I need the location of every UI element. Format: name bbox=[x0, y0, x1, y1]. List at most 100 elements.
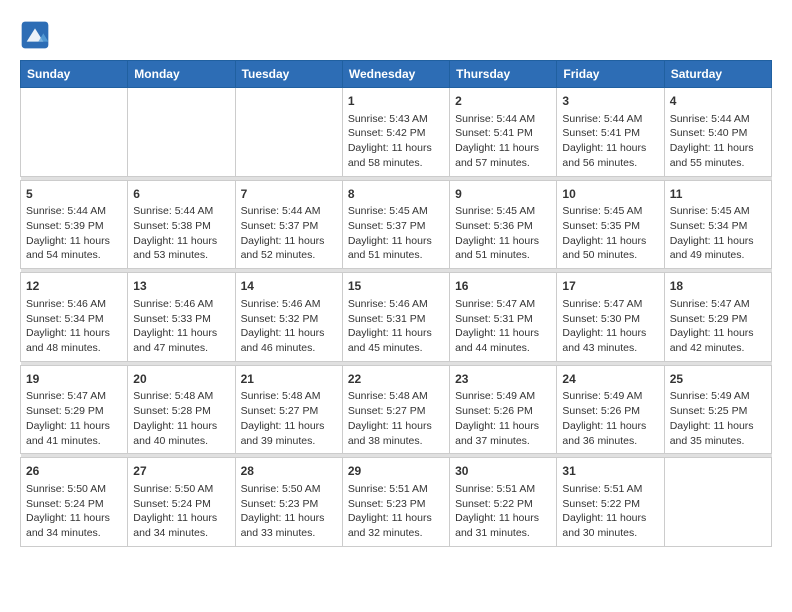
calendar-day bbox=[235, 88, 342, 177]
calendar-day: 8Sunrise: 5:45 AM Sunset: 5:37 PM Daylig… bbox=[342, 180, 449, 269]
calendar-day bbox=[128, 88, 235, 177]
calendar-day: 19Sunrise: 5:47 AM Sunset: 5:29 PM Dayli… bbox=[21, 365, 128, 454]
day-info: Sunrise: 5:47 AM Sunset: 5:30 PM Dayligh… bbox=[562, 297, 658, 356]
day-number: 7 bbox=[241, 186, 337, 203]
calendar-header-row: SundayMondayTuesdayWednesdayThursdayFrid… bbox=[21, 61, 772, 88]
day-number: 18 bbox=[670, 278, 766, 295]
logo bbox=[20, 20, 54, 50]
day-info: Sunrise: 5:44 AM Sunset: 5:37 PM Dayligh… bbox=[241, 204, 337, 263]
calendar-day: 6Sunrise: 5:44 AM Sunset: 5:38 PM Daylig… bbox=[128, 180, 235, 269]
day-number: 3 bbox=[562, 93, 658, 110]
day-number: 24 bbox=[562, 371, 658, 388]
day-info: Sunrise: 5:44 AM Sunset: 5:41 PM Dayligh… bbox=[455, 112, 551, 171]
calendar-week-5: 26 Sunrise: 5:50 AM Sunset: 5:24 PM Dayli… bbox=[21, 458, 772, 547]
calendar-day: 9Sunrise: 5:45 AM Sunset: 5:36 PM Daylig… bbox=[450, 180, 557, 269]
calendar-day: 1 Sunrise: 5:43 AM Sunset: 5:42 PM Daylig… bbox=[342, 88, 449, 177]
day-info: Sunrise: 5:45 AM Sunset: 5:35 PM Dayligh… bbox=[562, 204, 658, 263]
day-info: Sunrise: 5:46 AM Sunset: 5:31 PM Dayligh… bbox=[348, 297, 444, 356]
day-number: 30 bbox=[455, 463, 551, 480]
calendar-header-monday: Monday bbox=[128, 61, 235, 88]
day-number: 5 bbox=[26, 186, 122, 203]
calendar-header-thursday: Thursday bbox=[450, 61, 557, 88]
day-number: 2 bbox=[455, 93, 551, 110]
day-number: 17 bbox=[562, 278, 658, 295]
day-number: 31 bbox=[562, 463, 658, 480]
day-number: 12 bbox=[26, 278, 122, 295]
calendar-day: 14Sunrise: 5:46 AM Sunset: 5:32 PM Dayli… bbox=[235, 273, 342, 362]
calendar-table: SundayMondayTuesdayWednesdayThursdayFrid… bbox=[20, 60, 772, 547]
day-number: 1 bbox=[348, 93, 444, 110]
calendar-day: 28 Sunrise: 5:50 AM Sunset: 5:23 PM Dayli… bbox=[235, 458, 342, 547]
day-number: 13 bbox=[133, 278, 229, 295]
calendar-day: 17 Sunrise: 5:47 AM Sunset: 5:30 PM Dayli… bbox=[557, 273, 664, 362]
calendar-day: 29Sunrise: 5:51 AM Sunset: 5:23 PM Dayli… bbox=[342, 458, 449, 547]
day-info: Sunrise: 5:44 AM Sunset: 5:39 PM Dayligh… bbox=[26, 204, 122, 263]
day-number: 8 bbox=[348, 186, 444, 203]
calendar-day: 10Sunrise: 5:45 AM Sunset: 5:35 PM Dayli… bbox=[557, 180, 664, 269]
calendar-day: 27 Sunrise: 5:50 AM Sunset: 5:24 PM Dayli… bbox=[128, 458, 235, 547]
day-info: Sunrise: 5:51 AM Sunset: 5:22 PM Dayligh… bbox=[562, 482, 658, 541]
day-number: 29 bbox=[348, 463, 444, 480]
day-number: 21 bbox=[241, 371, 337, 388]
calendar-day: 18 Sunrise: 5:47 AM Sunset: 5:29 PM Dayli… bbox=[664, 273, 771, 362]
calendar-day: 4 Sunrise: 5:44 AM Sunset: 5:40 PM Daylig… bbox=[664, 88, 771, 177]
day-number: 23 bbox=[455, 371, 551, 388]
day-info: Sunrise: 5:51 AM Sunset: 5:22 PM Dayligh… bbox=[455, 482, 551, 541]
day-info: Sunrise: 5:50 AM Sunset: 5:24 PM Dayligh… bbox=[26, 482, 122, 541]
calendar-day: 2 Sunrise: 5:44 AM Sunset: 5:41 PM Daylig… bbox=[450, 88, 557, 177]
calendar-day: 25Sunrise: 5:49 AM Sunset: 5:25 PM Dayli… bbox=[664, 365, 771, 454]
calendar-week-4: 19Sunrise: 5:47 AM Sunset: 5:29 PM Dayli… bbox=[21, 365, 772, 454]
day-info: Sunrise: 5:46 AM Sunset: 5:33 PM Dayligh… bbox=[133, 297, 229, 356]
day-info: Sunrise: 5:46 AM Sunset: 5:32 PM Dayligh… bbox=[241, 297, 337, 356]
calendar-day: 5Sunrise: 5:44 AM Sunset: 5:39 PM Daylig… bbox=[21, 180, 128, 269]
day-number: 20 bbox=[133, 371, 229, 388]
calendar-header-sunday: Sunday bbox=[21, 61, 128, 88]
day-number: 4 bbox=[670, 93, 766, 110]
day-info: Sunrise: 5:50 AM Sunset: 5:23 PM Dayligh… bbox=[241, 482, 337, 541]
day-info: Sunrise: 5:47 AM Sunset: 5:31 PM Dayligh… bbox=[455, 297, 551, 356]
calendar-week-1: 1 Sunrise: 5:43 AM Sunset: 5:42 PM Daylig… bbox=[21, 88, 772, 177]
day-number: 25 bbox=[670, 371, 766, 388]
day-info: Sunrise: 5:45 AM Sunset: 5:37 PM Dayligh… bbox=[348, 204, 444, 263]
day-number: 28 bbox=[241, 463, 337, 480]
calendar-day: 13 Sunrise: 5:46 AM Sunset: 5:33 PM Dayli… bbox=[128, 273, 235, 362]
calendar-day: 23Sunrise: 5:49 AM Sunset: 5:26 PM Dayli… bbox=[450, 365, 557, 454]
logo-icon bbox=[20, 20, 50, 50]
calendar-header-wednesday: Wednesday bbox=[342, 61, 449, 88]
day-number: 10 bbox=[562, 186, 658, 203]
day-info: Sunrise: 5:46 AM Sunset: 5:34 PM Dayligh… bbox=[26, 297, 122, 356]
calendar-day: 22Sunrise: 5:48 AM Sunset: 5:27 PM Dayli… bbox=[342, 365, 449, 454]
calendar-day: 21Sunrise: 5:48 AM Sunset: 5:27 PM Dayli… bbox=[235, 365, 342, 454]
page-header bbox=[20, 20, 772, 50]
calendar-day bbox=[21, 88, 128, 177]
calendar-day: 15 Sunrise: 5:46 AM Sunset: 5:31 PM Dayli… bbox=[342, 273, 449, 362]
day-info: Sunrise: 5:47 AM Sunset: 5:29 PM Dayligh… bbox=[26, 389, 122, 448]
day-info: Sunrise: 5:49 AM Sunset: 5:26 PM Dayligh… bbox=[455, 389, 551, 448]
calendar-day: 7Sunrise: 5:44 AM Sunset: 5:37 PM Daylig… bbox=[235, 180, 342, 269]
day-info: Sunrise: 5:49 AM Sunset: 5:25 PM Dayligh… bbox=[670, 389, 766, 448]
calendar-header-saturday: Saturday bbox=[664, 61, 771, 88]
day-info: Sunrise: 5:45 AM Sunset: 5:36 PM Dayligh… bbox=[455, 204, 551, 263]
calendar-day: 26 Sunrise: 5:50 AM Sunset: 5:24 PM Dayli… bbox=[21, 458, 128, 547]
day-info: Sunrise: 5:43 AM Sunset: 5:42 PM Dayligh… bbox=[348, 112, 444, 171]
calendar-week-2: 5Sunrise: 5:44 AM Sunset: 5:39 PM Daylig… bbox=[21, 180, 772, 269]
day-number: 26 bbox=[26, 463, 122, 480]
day-number: 19 bbox=[26, 371, 122, 388]
day-info: Sunrise: 5:44 AM Sunset: 5:38 PM Dayligh… bbox=[133, 204, 229, 263]
calendar-day: 3Sunrise: 5:44 AM Sunset: 5:41 PM Daylig… bbox=[557, 88, 664, 177]
day-info: Sunrise: 5:47 AM Sunset: 5:29 PM Dayligh… bbox=[670, 297, 766, 356]
day-info: Sunrise: 5:50 AM Sunset: 5:24 PM Dayligh… bbox=[133, 482, 229, 541]
day-number: 27 bbox=[133, 463, 229, 480]
calendar-day: 20Sunrise: 5:48 AM Sunset: 5:28 PM Dayli… bbox=[128, 365, 235, 454]
calendar-day: 16Sunrise: 5:47 AM Sunset: 5:31 PM Dayli… bbox=[450, 273, 557, 362]
day-number: 9 bbox=[455, 186, 551, 203]
day-number: 11 bbox=[670, 186, 766, 203]
calendar-day: 24Sunrise: 5:49 AM Sunset: 5:26 PM Dayli… bbox=[557, 365, 664, 454]
calendar-week-3: 12 Sunrise: 5:46 AM Sunset: 5:34 PM Dayli… bbox=[21, 273, 772, 362]
day-number: 6 bbox=[133, 186, 229, 203]
calendar-day: 30 Sunrise: 5:51 AM Sunset: 5:22 PM Dayli… bbox=[450, 458, 557, 547]
day-number: 15 bbox=[348, 278, 444, 295]
calendar-day: 12 Sunrise: 5:46 AM Sunset: 5:34 PM Dayli… bbox=[21, 273, 128, 362]
day-info: Sunrise: 5:48 AM Sunset: 5:27 PM Dayligh… bbox=[348, 389, 444, 448]
day-info: Sunrise: 5:44 AM Sunset: 5:40 PM Dayligh… bbox=[670, 112, 766, 171]
